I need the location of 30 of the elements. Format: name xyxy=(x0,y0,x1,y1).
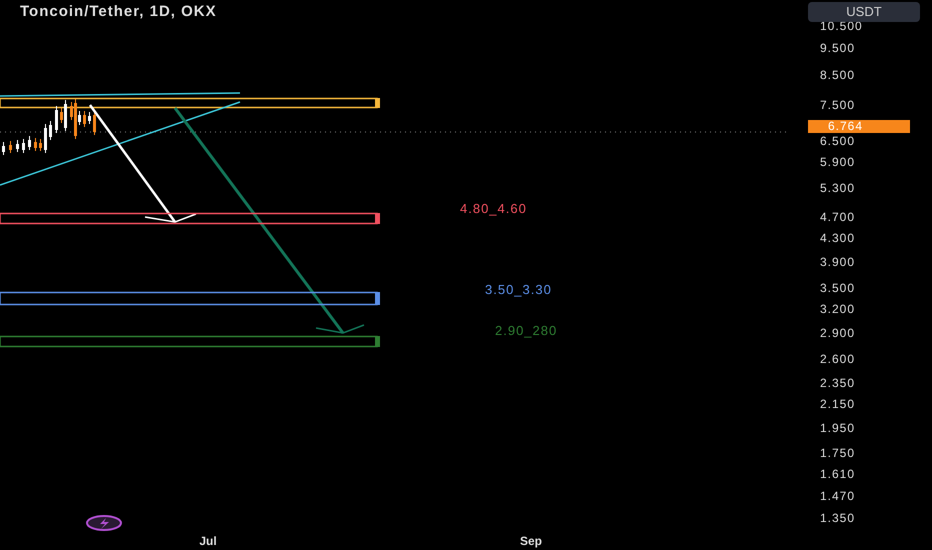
price-label: 3.900 xyxy=(820,256,856,268)
lightning-icon[interactable] xyxy=(86,515,122,531)
price-label: 9.500 xyxy=(820,42,856,54)
price-label: 2.150 xyxy=(820,398,856,410)
price-label: 1.470 xyxy=(820,490,856,502)
price-label: 5.300 xyxy=(820,182,856,194)
price-label: 7.500 xyxy=(820,99,856,111)
price-label: 8.500 xyxy=(820,69,856,81)
price-label: 3.200 xyxy=(820,303,856,315)
time-label: Sep xyxy=(520,534,542,548)
price-label: 1.750 xyxy=(820,447,856,459)
currency-button[interactable]: USDT xyxy=(808,2,920,22)
price-label: 1.350 xyxy=(820,512,856,524)
price-label: 1.950 xyxy=(820,422,856,434)
chart-title: Toncoin/Tether, 1D, OKX xyxy=(20,2,217,22)
price-label: 10.500 xyxy=(820,20,863,32)
price-label: 6.500 xyxy=(820,135,856,147)
price-label: 3.500 xyxy=(820,282,856,294)
price-label: 5.900 xyxy=(820,156,856,168)
zone-label: 4.80_4.60 xyxy=(460,201,527,216)
price-label: 2.900 xyxy=(820,327,856,339)
current-price-label: 6.764 xyxy=(808,120,910,133)
price-label: 4.700 xyxy=(820,211,856,223)
price-label: 2.350 xyxy=(820,377,856,389)
zone-label: 2.90_280 xyxy=(495,323,558,338)
time-label: Jul xyxy=(199,534,217,548)
zone-label: 3.50_3.30 xyxy=(485,282,552,297)
price-label: 2.600 xyxy=(820,353,856,365)
price-label: 1.610 xyxy=(820,468,856,480)
price-label: 4.300 xyxy=(820,232,856,244)
